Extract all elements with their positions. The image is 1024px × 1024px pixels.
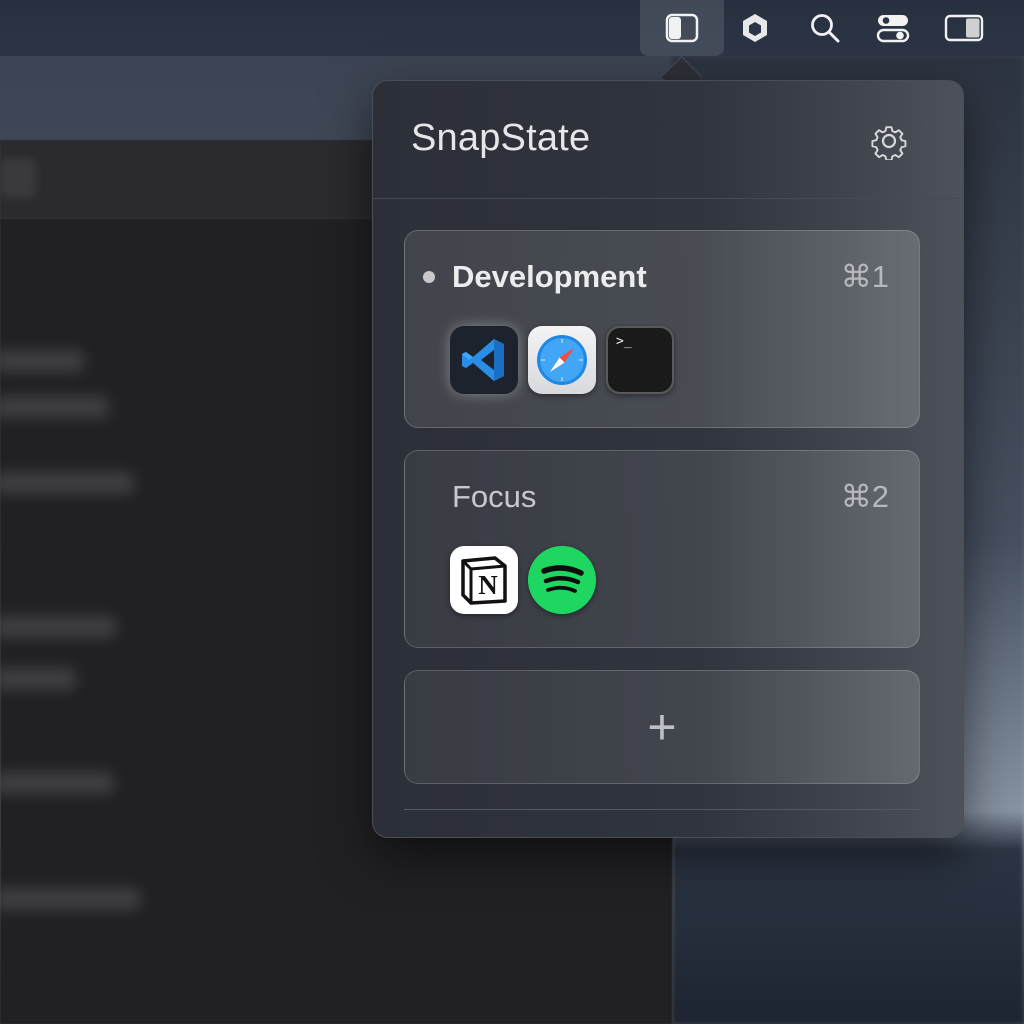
blurred-text <box>0 668 76 690</box>
snapstate-icon[interactable] <box>640 0 724 56</box>
background-window-control <box>0 158 36 198</box>
workspace-shortcut: ⌘2 <box>840 479 889 514</box>
popover-header: SnapState <box>373 81 963 199</box>
workspace-shortcut: ⌘1 <box>840 259 889 294</box>
blurred-text <box>0 616 116 638</box>
terminal-prompt: >_ <box>616 334 632 349</box>
workspace-card-focus[interactable]: Focus ⌘2 N <box>404 450 920 648</box>
plus-icon: + <box>647 699 677 755</box>
menu-bar <box>0 0 1024 56</box>
notion-icon: N <box>450 546 518 614</box>
add-workspace-button[interactable]: + <box>404 670 920 784</box>
workspace-name: Development <box>452 259 647 294</box>
spotify-icon <box>528 546 596 614</box>
workspace-card-development[interactable]: Development ⌘1 >_ <box>404 230 920 428</box>
snapstate-popover: SnapState Development ⌘1 >_ Focus ⌘2 N + <box>372 80 964 838</box>
blurred-text <box>0 350 84 372</box>
blurred-text <box>0 888 140 910</box>
popover-divider <box>404 809 920 810</box>
gear-icon[interactable] <box>869 121 909 161</box>
terminal-icon: >_ <box>606 326 674 394</box>
workspace-app-list: >_ <box>450 326 674 394</box>
vscode-icon <box>450 326 518 394</box>
workspace-app-list: N <box>450 546 596 614</box>
blurred-text <box>0 772 114 794</box>
notion-letter: N <box>478 570 498 600</box>
active-indicator-dot <box>423 271 435 283</box>
safari-icon <box>528 326 596 394</box>
popover-title: SnapState <box>411 117 591 159</box>
blurred-text <box>0 472 134 494</box>
sidebar-toggle-icon[interactable] <box>922 0 1006 56</box>
workspace-name: Focus <box>452 479 537 514</box>
blurred-text <box>0 396 109 418</box>
